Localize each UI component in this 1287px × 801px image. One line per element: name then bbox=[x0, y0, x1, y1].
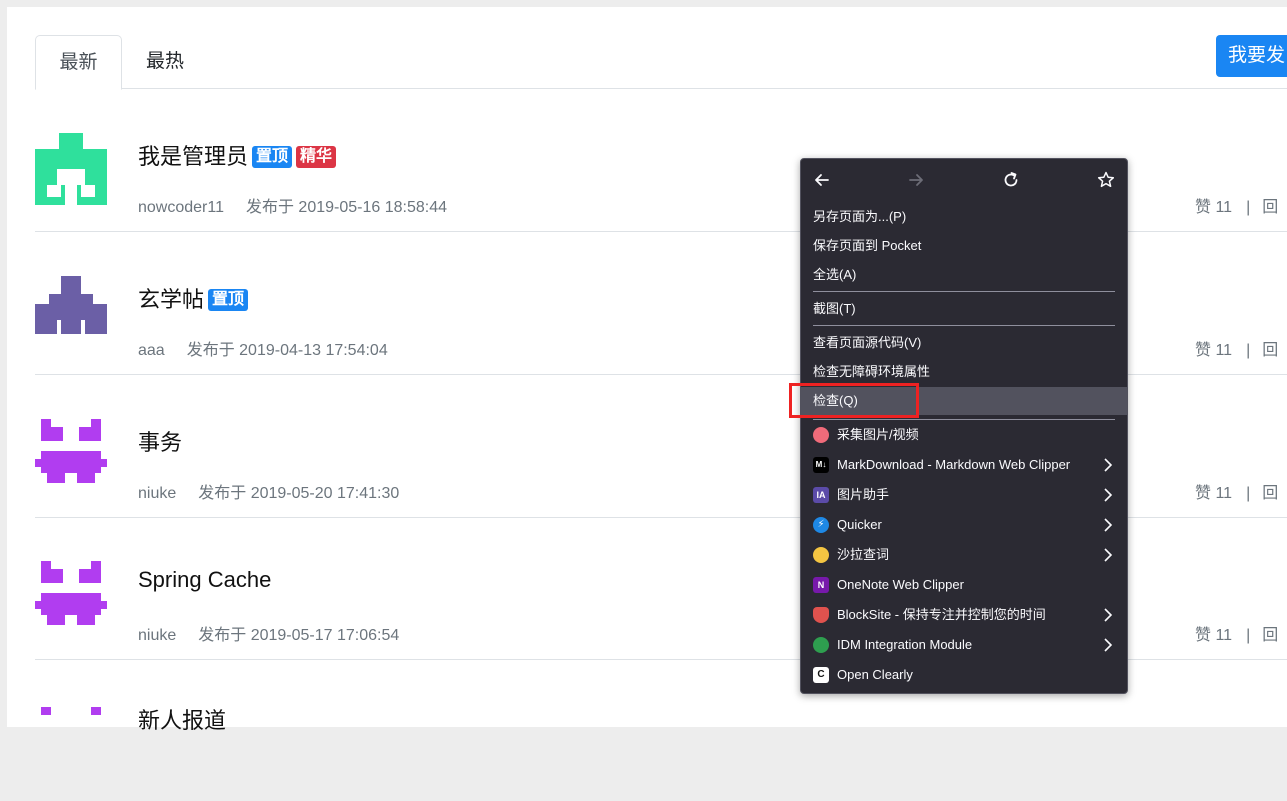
avatar[interactable] bbox=[35, 133, 107, 205]
post-title[interactable]: 新人报道 bbox=[138, 703, 226, 735]
post-stats: 赞 11 | 回 bbox=[1195, 479, 1278, 503]
menu-item-idm[interactable]: IDM Integration Module bbox=[801, 631, 1127, 659]
badge-top: 置顶 bbox=[208, 289, 249, 311]
menu-item-save-page-as[interactable]: 另存页面为...(P) bbox=[801, 203, 1127, 231]
context-nav-row bbox=[801, 159, 1127, 201]
post-author[interactable]: nowcoder11 bbox=[138, 199, 224, 216]
post-meta: nowcoder11 发布于 2019-05-16 18:58:44 bbox=[138, 193, 447, 217]
post-author[interactable]: niuke bbox=[138, 485, 176, 502]
post-title-text[interactable]: 玄学帖 bbox=[138, 287, 204, 312]
post-title[interactable]: 事务 bbox=[138, 425, 182, 457]
stats-divider: | bbox=[1246, 627, 1251, 644]
menu-item-image-assistant[interactable]: IA 图片助手 bbox=[801, 481, 1127, 509]
post-title-text[interactable]: 我是管理员 bbox=[138, 144, 248, 169]
onenote-icon: N bbox=[813, 577, 829, 593]
menu-item-markdownload[interactable]: M↓ MarkDownload - Markdown Web Clipper bbox=[801, 451, 1127, 479]
stats-divider: | bbox=[1246, 485, 1251, 502]
menu-item-label: 沙拉查词 bbox=[837, 547, 890, 562]
tab-bar: 最新 最热 bbox=[35, 35, 1287, 90]
stats-divider: | bbox=[1246, 342, 1251, 359]
like-count[interactable]: 赞 11 bbox=[1195, 627, 1232, 644]
clearly-icon: C bbox=[813, 667, 829, 683]
post-title-text[interactable]: 新人报道 bbox=[138, 708, 226, 733]
menu-item-screenshot[interactable]: 截图(T) bbox=[801, 295, 1127, 323]
menu-item-label: 图片助手 bbox=[837, 487, 890, 502]
context-menu: 另存页面为...(P) 保存页面到 Pocket 全选(A) 截图(T) 查看页… bbox=[800, 158, 1128, 694]
post-stats: 赞 11 | 回 bbox=[1195, 193, 1278, 217]
back-arrow-icon[interactable] bbox=[811, 169, 833, 191]
post-author[interactable]: aaa bbox=[138, 342, 165, 359]
menu-separator bbox=[813, 291, 1115, 292]
post-title[interactable]: 玄学帖 置顶 bbox=[138, 282, 249, 314]
post-meta: niuke 发布于 2019-05-17 17:06:54 bbox=[138, 621, 399, 645]
like-count[interactable]: 赞 11 bbox=[1195, 342, 1232, 359]
badge-top: 置顶 bbox=[252, 146, 293, 168]
menu-item-label: Open Clearly bbox=[837, 667, 913, 682]
reply-count[interactable]: 回 bbox=[1262, 199, 1278, 216]
collect-icon bbox=[813, 427, 829, 443]
menu-item-inspect-accessibility[interactable]: 检查无障碍环境属性 bbox=[801, 358, 1127, 386]
tab-latest[interactable]: 最新 bbox=[35, 35, 122, 90]
chevron-right-icon bbox=[1104, 548, 1113, 562]
avatar[interactable] bbox=[35, 707, 107, 779]
post-meta: niuke 发布于 2019-05-20 17:41:30 bbox=[138, 479, 399, 503]
menu-item-open-clearly[interactable]: C Open Clearly bbox=[801, 661, 1127, 689]
post-stats: 赞 11 | 回 bbox=[1195, 336, 1278, 360]
post-date: 发布于 2019-05-20 17:41:30 bbox=[198, 485, 400, 502]
bookmark-star-icon[interactable] bbox=[1095, 169, 1117, 191]
menu-item-label: 采集图片/视频 bbox=[837, 427, 919, 442]
menu-item-label: Quicker bbox=[837, 517, 882, 532]
menu-separator bbox=[813, 325, 1115, 326]
blocksite-icon bbox=[813, 607, 829, 623]
avatar[interactable] bbox=[35, 419, 107, 491]
chevron-right-icon bbox=[1104, 638, 1113, 652]
badge-essence: 精华 bbox=[296, 146, 337, 168]
post-title-text[interactable]: 事务 bbox=[138, 430, 182, 455]
post-date: 发布于 2019-05-17 17:06:54 bbox=[198, 627, 400, 644]
post-author[interactable]: niuke bbox=[138, 627, 176, 644]
post-date: 发布于 2019-04-13 17:54:04 bbox=[186, 342, 388, 359]
saladict-icon bbox=[813, 547, 829, 563]
menu-item-quicker[interactable]: ⚡ Quicker bbox=[801, 511, 1127, 539]
new-post-button[interactable]: 我要发 bbox=[1216, 35, 1287, 77]
menu-item-onenote[interactable]: N OneNote Web Clipper bbox=[801, 571, 1127, 599]
menu-item-select-all[interactable]: 全选(A) bbox=[801, 261, 1127, 289]
avatar[interactable] bbox=[35, 561, 107, 633]
chevron-right-icon bbox=[1104, 518, 1113, 532]
menu-item-view-source[interactable]: 查看页面源代码(V) bbox=[801, 329, 1127, 357]
menu-item-label: OneNote Web Clipper bbox=[837, 577, 964, 592]
reply-count[interactable]: 回 bbox=[1262, 627, 1278, 644]
post-stats: 赞 11 | 回 bbox=[1195, 621, 1278, 645]
chevron-right-icon bbox=[1104, 458, 1113, 472]
tab-hottest[interactable]: 最热 bbox=[130, 35, 200, 88]
image-assistant-icon: IA bbox=[813, 487, 829, 503]
reply-count[interactable]: 回 bbox=[1262, 342, 1278, 359]
like-count[interactable]: 赞 11 bbox=[1195, 485, 1232, 502]
menu-separator bbox=[813, 419, 1115, 420]
chevron-right-icon bbox=[1104, 608, 1113, 622]
idm-icon bbox=[813, 637, 829, 653]
post-title-text[interactable]: Spring Cache bbox=[138, 567, 271, 592]
markdown-icon: M↓ bbox=[813, 457, 829, 473]
stats-divider: | bbox=[1246, 199, 1251, 216]
menu-item-blocksite[interactable]: BlockSite - 保持专注并控制您的时间 bbox=[801, 601, 1127, 629]
forward-arrow-icon bbox=[909, 174, 923, 186]
menu-item-label: BlockSite - 保持专注并控制您的时间 bbox=[837, 607, 1046, 622]
reload-icon[interactable] bbox=[1000, 169, 1022, 191]
quicker-icon: ⚡ bbox=[813, 517, 829, 533]
menu-item-label: IDM Integration Module bbox=[837, 637, 973, 652]
menu-item-collect-media[interactable]: 采集图片/视频 bbox=[801, 421, 1127, 449]
post-title[interactable]: 我是管理员 置顶 精华 bbox=[138, 139, 337, 171]
post-title[interactable]: Spring Cache bbox=[138, 567, 271, 593]
like-count[interactable]: 赞 11 bbox=[1195, 199, 1232, 216]
post-meta: aaa 发布于 2019-04-13 17:54:04 bbox=[138, 336, 388, 360]
highlight-annotation-box bbox=[789, 383, 919, 418]
menu-item-save-to-pocket[interactable]: 保存页面到 Pocket bbox=[801, 232, 1127, 260]
menu-item-label: MarkDownload - Markdown Web Clipper bbox=[837, 457, 1071, 472]
chevron-right-icon bbox=[1104, 488, 1113, 502]
avatar[interactable] bbox=[35, 276, 107, 348]
reply-count[interactable]: 回 bbox=[1262, 485, 1278, 502]
post-date: 发布于 2019-05-16 18:58:44 bbox=[245, 199, 448, 216]
menu-item-saladict[interactable]: 沙拉查词 bbox=[801, 541, 1127, 569]
